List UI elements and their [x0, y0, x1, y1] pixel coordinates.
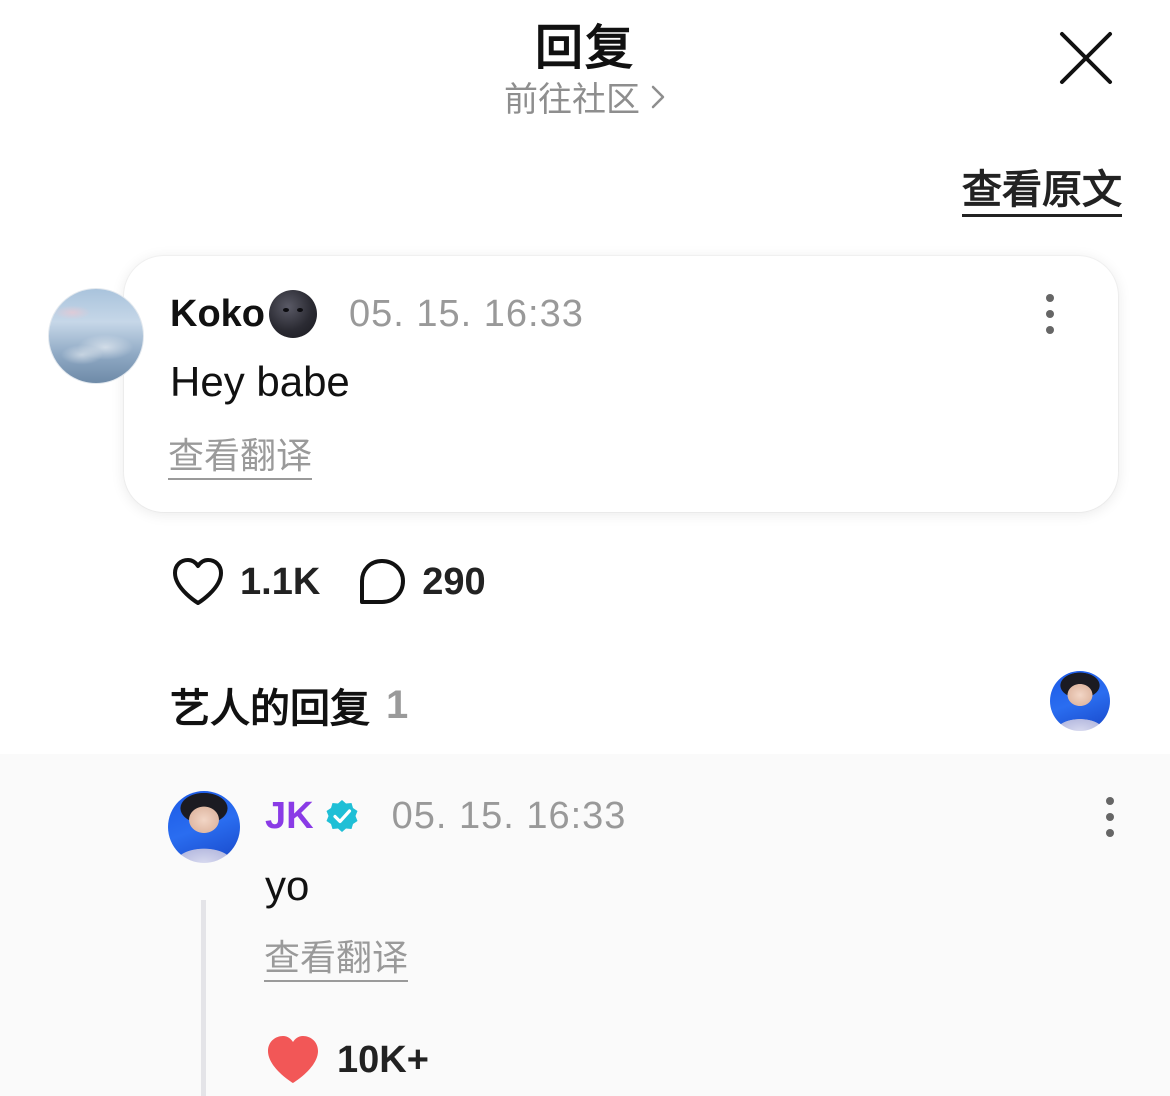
- page-title: 回复: [534, 22, 635, 75]
- reply-like-count: 10K+: [337, 1038, 429, 1081]
- artist-avatar[interactable]: [1050, 671, 1110, 731]
- artist-replies-count: 1: [386, 682, 409, 727]
- artist-replies-heading: 艺人的回复 1: [170, 676, 408, 734]
- new-moon-face-icon: [269, 290, 317, 338]
- reply-avatar[interactable]: [168, 791, 240, 863]
- comment-count: 290: [422, 560, 486, 603]
- reply-artist-name[interactable]: JK: [265, 795, 314, 838]
- community-link-label: 前往社区: [504, 81, 640, 119]
- post-username[interactable]: Koko: [170, 293, 265, 336]
- comment-button[interactable]: 290: [356, 557, 486, 607]
- reply-header: JK 05. 15. 16:33: [265, 792, 626, 840]
- thread-line: [201, 900, 206, 1096]
- reply-text: yo: [265, 862, 310, 909]
- artist-replies-title: 艺人的回复: [170, 687, 370, 731]
- like-button[interactable]: 1.1K: [170, 556, 320, 608]
- go-to-community-link[interactable]: 前往社区: [0, 72, 1170, 121]
- post-header: Koko 05. 15. 16:33: [170, 290, 584, 338]
- post-timestamp: 05. 15. 16:33: [349, 292, 584, 335]
- reply-translate-link[interactable]: 查看翻译: [264, 938, 409, 982]
- heart-filled-icon: [268, 1036, 318, 1083]
- like-count: 1.1K: [240, 560, 321, 603]
- reply-like-button[interactable]: 10K+: [265, 1032, 429, 1088]
- post-more-options-icon[interactable]: [1042, 294, 1058, 334]
- heart-outline-icon: [173, 558, 223, 605]
- comment-bubble-icon: [360, 559, 406, 604]
- reply-screen: 回复 前往社区 查看原文 Koko 05. 15. 16:33 Hey babe…: [0, 0, 1170, 1096]
- chevron-right-icon: [651, 85, 665, 108]
- verified-badge-icon: [326, 800, 358, 832]
- view-original-link[interactable]: 查看原文: [962, 168, 1122, 217]
- reply-timestamp: 05. 15. 16:33: [391, 794, 627, 837]
- reply-more-options-icon[interactable]: [1102, 797, 1118, 837]
- close-icon[interactable]: [1056, 28, 1116, 88]
- avatar[interactable]: [48, 288, 144, 384]
- post-actions: 1.1K 290: [170, 556, 486, 608]
- post-translate-link[interactable]: 查看翻译: [168, 436, 313, 480]
- post-text: Hey babe: [170, 358, 350, 405]
